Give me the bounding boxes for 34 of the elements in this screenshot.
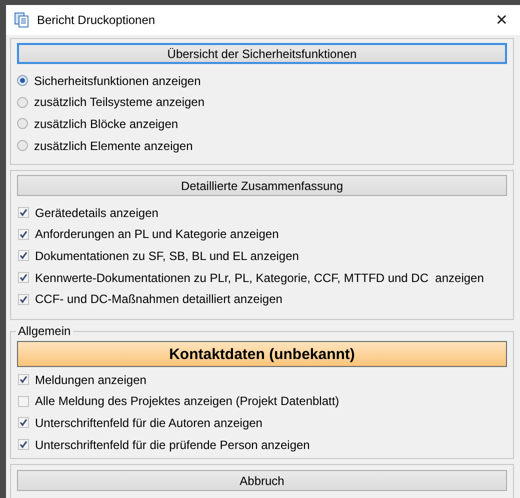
- option-label: Alle Meldung des Projektes anzeigen (Projekt Datenblatt): [35, 394, 340, 408]
- checkbox[interactable]: [18, 228, 29, 240]
- checkbox[interactable]: [18, 439, 29, 450]
- option-label: Dokumentationen zu SF, SB, BL und EL anzeigen: [35, 248, 299, 263]
- overview-button[interactable]: Übersicht der Sicherheitsfunktionen: [17, 43, 507, 64]
- checkbox[interactable]: [18, 374, 29, 386]
- option-label: zusätzlich Teilsysteme anzeigen: [34, 95, 205, 110]
- option-label: Anforderungen an PL und Kategorie anzeigen: [35, 227, 279, 242]
- checkbox[interactable]: [18, 272, 29, 284]
- option-label: Unterschriftenfeld für die Autoren anzeigen: [35, 416, 262, 430]
- option-label: Sicherheitsfunktionen anzeigen: [34, 74, 201, 88]
- radio-button[interactable]: [17, 96, 28, 108]
- radio-button[interactable]: [17, 118, 28, 130]
- checkbox[interactable]: [18, 250, 29, 262]
- option-label: Meldungen anzeigen: [35, 372, 146, 387]
- summary-button[interactable]: Detaillierte Zusammenfassung: [17, 175, 507, 196]
- document-icon: [14, 12, 30, 28]
- close-button[interactable]: ✕: [491, 11, 512, 29]
- checkbox[interactable]: [18, 207, 29, 218]
- checkbox[interactable]: [18, 417, 29, 428]
- option-label: zusätzlich Elemente anzeigen: [34, 138, 193, 153]
- option-label: CCF- und DC-Maßnahmen detailliert anzeigen: [35, 292, 282, 306]
- group-title: Allgemein: [16, 324, 73, 338]
- contact-button[interactable]: Kontaktdaten (unbekannt): [17, 341, 507, 367]
- radio-button[interactable]: [17, 75, 28, 86]
- option-label: Gerätedetails anzeigen: [35, 206, 158, 220]
- option-label: Kennwerte-Dokumentationen zu PLr, PL, Kategorie, CCF, MTTFD und DC anzeigen: [35, 270, 484, 285]
- window-title: Bericht Druckoptionen: [37, 13, 156, 27]
- checkbox[interactable]: [18, 294, 29, 305]
- cancel-button[interactable]: Abbruch: [17, 470, 507, 491]
- radio-button[interactable]: [17, 140, 28, 152]
- checkbox[interactable]: [18, 396, 29, 407]
- option-label: Unterschriftenfeld für die prüfende Person anzeigen: [35, 438, 310, 452]
- option-label: zusätzlich Blöcke anzeigen: [34, 116, 178, 131]
